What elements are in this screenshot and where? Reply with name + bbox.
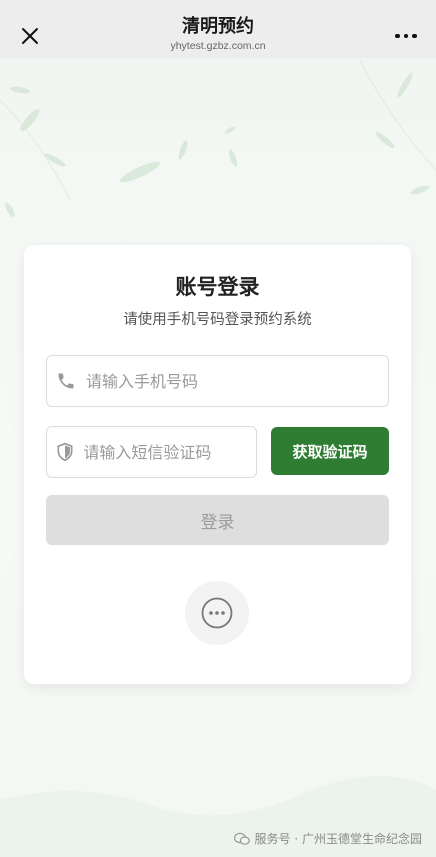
login-card: 账号登录 请使用手机号码登录预约系统 获取验证码 登录 (24, 245, 411, 684)
page-domain: yhytest.gzbz.com.cn (170, 40, 266, 52)
sms-code-field[interactable] (46, 426, 257, 478)
login-subtitle: 请使用手机号码登录预约系统 (123, 312, 312, 328)
more-options-icon (201, 597, 233, 629)
phone-field[interactable] (46, 355, 389, 407)
sms-code-input[interactable] (83, 427, 256, 477)
footer-text: 服务号 · 广州玉德堂生命纪念园 (254, 832, 422, 846)
page-title: 清明预约 (182, 16, 254, 37)
login-button[interactable]: 登录 (46, 495, 389, 545)
get-code-button[interactable]: 获取验证码 (271, 427, 389, 475)
more-menu-button[interactable] (390, 24, 422, 48)
service-account-footer[interactable]: 服务号 · 广州玉德堂生命纪念园 (233, 830, 422, 847)
phone-icon (47, 371, 86, 391)
phone-input[interactable] (85, 356, 388, 406)
more-dots-icon (395, 33, 400, 39)
login-title: 账号登录 (175, 275, 260, 299)
wechat-service-icon (233, 832, 250, 845)
title-area: 清明预约 yhytest.gzbz.com.cn (0, 16, 436, 53)
top-navigation-bar: 清明预约 yhytest.gzbz.com.cn (0, 0, 436, 58)
more-options-button[interactable] (185, 581, 249, 645)
shield-icon (47, 442, 83, 462)
